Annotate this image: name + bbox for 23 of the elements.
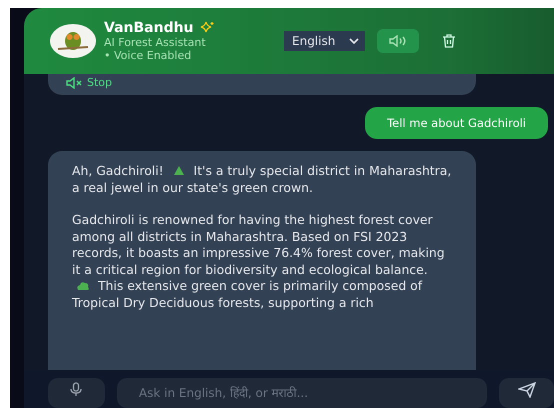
send-button[interactable] <box>499 378 554 408</box>
voice-toggle-button[interactable] <box>377 29 420 53</box>
sparkle-icon <box>200 21 214 35</box>
microphone-icon <box>70 382 82 396</box>
delete-button[interactable] <box>441 33 458 49</box>
message-paragraph: Ah, Gadchiroli! It's a truly special district in Maharashtra, a real jewel in our state's green crown. <box>72 163 452 196</box>
message-paragraph: Gadchiroli is renowned for having the highest forest cover among all districts in Maharashtra. Based on FSI 2023 records, it boasts an impressive 76.4% forest cover, making it a critical region for biodiversity and ecological balance. This extensive green cover is primarily composed of Tropical Dry Deciduous forests, supporting a rich <box>72 212 446 311</box>
speaker-muted-icon <box>66 76 84 88</box>
trash-icon <box>441 33 458 49</box>
owl-logo <box>50 24 96 58</box>
language-select[interactable]: English <box>284 31 366 51</box>
send-icon <box>518 382 536 398</box>
chevron-down-icon <box>349 38 360 44</box>
microphone-button[interactable] <box>48 378 105 408</box>
bush-icon <box>76 280 90 291</box>
tree-icon <box>172 165 186 176</box>
user-message: Tell me about Gadchiroli <box>365 107 548 139</box>
app-title: VanBandhu <box>104 20 194 36</box>
subtitle: AI Forest Assistant <box>104 36 207 49</box>
speaker-icon <box>389 35 408 47</box>
message-input[interactable]: Ask in English, हिंदी, or मराठी... <box>116 378 488 408</box>
voice-status: • Voice Enabled <box>104 49 192 62</box>
stop-button[interactable]: Stop <box>66 76 112 89</box>
